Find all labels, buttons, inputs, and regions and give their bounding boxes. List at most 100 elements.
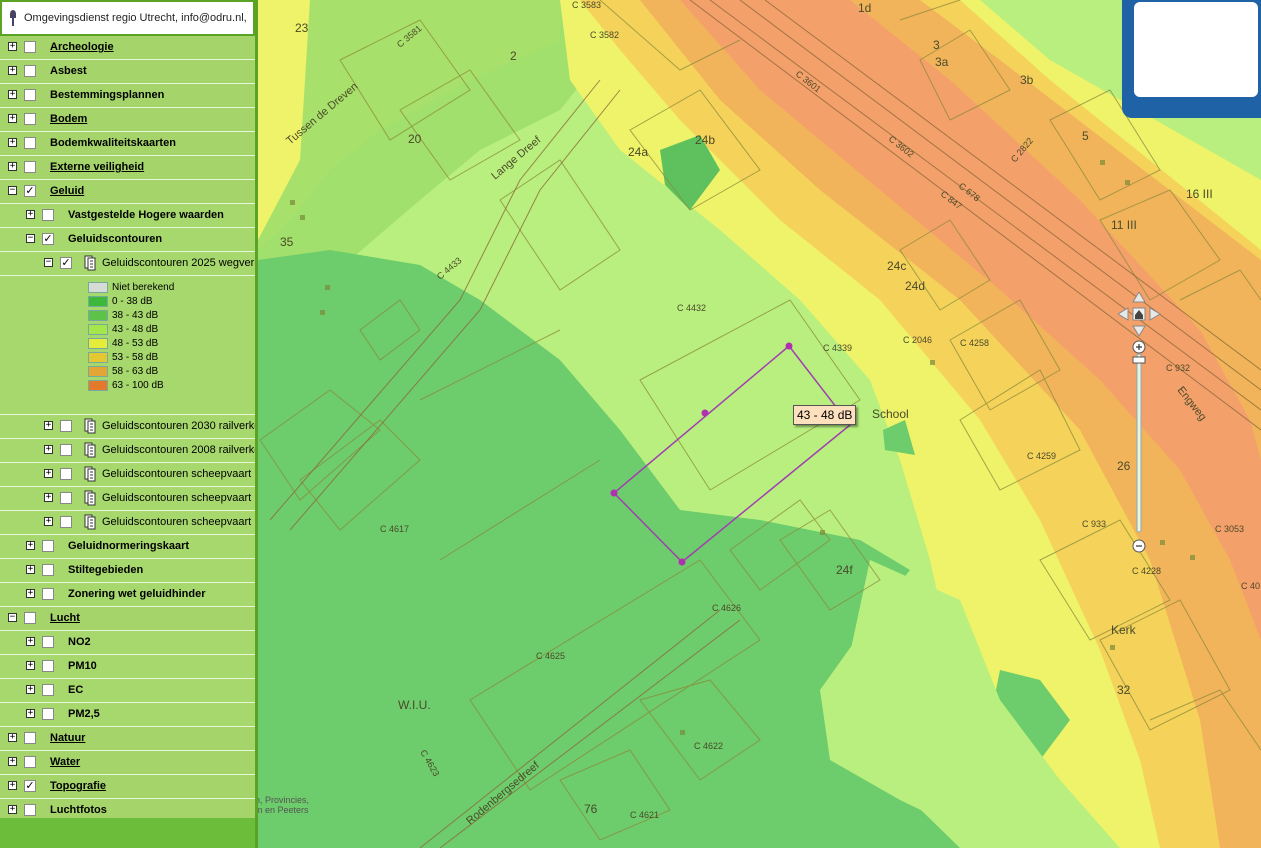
layer-item-no2[interactable]: + NO2: [0, 631, 255, 655]
expand-icon[interactable]: +: [8, 757, 17, 766]
expand-icon[interactable]: +: [44, 421, 53, 430]
layer-item-geluidscontouren-2025-wegverkeer[interactable]: −✓ Geluidscontouren 2025 wegverkeer: [0, 252, 255, 276]
expand-icon[interactable]: +: [8, 42, 17, 51]
zoom-slider-handle[interactable]: [1132, 356, 1146, 364]
collapse-icon[interactable]: −: [8, 186, 17, 195]
collapse-icon[interactable]: −: [26, 234, 35, 243]
layer-item-archeologie[interactable]: + Archeologie: [0, 36, 255, 60]
layer-item-geluidscontouren-scheepvaart[interactable]: + Geluidscontouren scheepvaart: [0, 487, 255, 511]
expand-icon[interactable]: +: [26, 637, 35, 646]
layer-label[interactable]: Topografie: [50, 780, 106, 792]
layer-item-lucht[interactable]: − Lucht: [0, 607, 255, 631]
layer-checkbox[interactable]: [42, 684, 54, 696]
expand-icon[interactable]: +: [8, 138, 17, 147]
layer-label[interactable]: EC: [68, 684, 83, 696]
layer-checkbox[interactable]: [42, 660, 54, 672]
layer-checkbox[interactable]: ✓: [24, 780, 36, 792]
layer-item-ec[interactable]: + EC: [0, 679, 255, 703]
expand-icon[interactable]: +: [26, 685, 35, 694]
layer-checkbox[interactable]: [60, 492, 72, 504]
layer-label[interactable]: PM10: [68, 660, 97, 672]
layer-label[interactable]: Bestemmingsplannen: [50, 89, 164, 101]
layer-item-geluidscontouren-2008-railverkeer[interactable]: + Geluidscontouren 2008 railverkeer: [0, 439, 255, 463]
layer-label[interactable]: Geluidscontouren: [68, 233, 162, 245]
layer-label[interactable]: Geluid: [50, 185, 84, 197]
layer-checkbox[interactable]: [42, 636, 54, 648]
layer-label[interactable]: Externe veiligheid: [50, 161, 144, 173]
layer-item-vastgestelde-hogere-waarden[interactable]: + Vastgestelde Hogere waarden: [0, 204, 255, 228]
expand-icon[interactable]: +: [26, 709, 35, 718]
layer-checkbox[interactable]: [42, 540, 54, 552]
layer-checkbox[interactable]: [24, 89, 36, 101]
layer-item-pm2-5[interactable]: + PM2,5: [0, 703, 255, 727]
layer-label[interactable]: Lucht: [50, 612, 80, 624]
zoom-slider-track[interactable]: [1136, 353, 1142, 533]
overview-map[interactable]: [1134, 2, 1258, 97]
layer-checkbox[interactable]: [60, 444, 72, 456]
zoom-pan-control[interactable]: [1118, 292, 1164, 562]
collapse-icon[interactable]: −: [44, 258, 53, 267]
layer-checkbox[interactable]: ✓: [24, 185, 36, 197]
layer-checkbox[interactable]: [60, 420, 72, 432]
layer-label[interactable]: Archeologie: [50, 41, 114, 53]
expand-icon[interactable]: +: [8, 90, 17, 99]
layer-checkbox[interactable]: [24, 41, 36, 53]
layer-item-natuur[interactable]: + Natuur: [0, 727, 255, 751]
expand-icon[interactable]: +: [44, 445, 53, 454]
expand-icon[interactable]: +: [26, 661, 35, 670]
layer-item-pm10[interactable]: + PM10: [0, 655, 255, 679]
collapse-icon[interactable]: −: [8, 613, 17, 622]
layer-label[interactable]: Geluidscontouren scheepvaart: [102, 516, 251, 528]
expand-icon[interactable]: +: [26, 210, 35, 219]
layer-checkbox[interactable]: [42, 588, 54, 600]
layer-label[interactable]: Water: [50, 756, 80, 768]
zoom-in-icon[interactable]: [1132, 340, 1146, 354]
layer-item-topografie[interactable]: + ✓ Topografie: [0, 775, 255, 799]
expand-icon[interactable]: +: [8, 66, 17, 75]
layer-item-stiltegebieden[interactable]: + Stiltegebieden: [0, 559, 255, 583]
expand-icon[interactable]: +: [44, 517, 53, 526]
layer-item-geluidnormeringskaart[interactable]: + Geluidnormeringskaart: [0, 535, 255, 559]
layer-item-bodemkwaliteitskaarten[interactable]: + Bodemkwaliteitskaarten: [0, 132, 255, 156]
pan-arrows-icon[interactable]: [1118, 292, 1161, 337]
layer-checkbox[interactable]: [42, 209, 54, 221]
layer-item-geluid[interactable]: − ✓ Geluid: [0, 180, 255, 204]
layer-checkbox[interactable]: [24, 732, 36, 744]
layer-item-externe-veiligheid[interactable]: + Externe veiligheid: [0, 156, 255, 180]
layer-item-zonering-wet-geluidhinder[interactable]: + Zonering wet geluidhinder: [0, 583, 255, 607]
layer-checkbox[interactable]: [24, 65, 36, 77]
layer-label[interactable]: Natuur: [50, 732, 85, 744]
layer-label[interactable]: Bodemkwaliteitskaarten: [50, 137, 176, 149]
layer-checkbox[interactable]: [24, 804, 36, 816]
expand-icon[interactable]: +: [44, 493, 53, 502]
expand-icon[interactable]: +: [26, 565, 35, 574]
layer-checkbox[interactable]: [24, 612, 36, 624]
expand-icon[interactable]: +: [8, 781, 17, 790]
layer-item-bestemmingsplannen[interactable]: + Bestemmingsplannen: [0, 84, 255, 108]
layer-label[interactable]: Luchtfotos: [50, 804, 107, 816]
layer-label[interactable]: Geluidscontouren 2025 wegverkeer: [102, 257, 255, 269]
layer-checkbox[interactable]: [24, 756, 36, 768]
layer-label[interactable]: Geluidscontouren scheepvaart: [102, 492, 251, 504]
layer-label[interactable]: Stiltegebieden: [68, 564, 143, 576]
layer-checkbox[interactable]: ✓: [42, 233, 54, 245]
layer-checkbox[interactable]: [24, 137, 36, 149]
layer-item-geluidscontouren-scheepvaart[interactable]: + Geluidscontouren scheepvaart: [0, 511, 255, 535]
layer-label[interactable]: Zonering wet geluidhinder: [68, 588, 206, 600]
expand-icon[interactable]: +: [44, 469, 53, 478]
layer-checkbox[interactable]: [60, 516, 72, 528]
layer-checkbox[interactable]: [42, 564, 54, 576]
layer-item-geluidscontouren-2030-railverkeer[interactable]: + Geluidscontouren 2030 railverkeer: [0, 415, 255, 439]
layer-label[interactable]: Asbest: [50, 65, 87, 77]
layer-item-geluidscontouren-scheepvaart[interactable]: + Geluidscontouren scheepvaart: [0, 463, 255, 487]
zoom-out-icon[interactable]: [1132, 539, 1146, 553]
expand-icon[interactable]: +: [8, 114, 17, 123]
layer-checkbox[interactable]: [24, 113, 36, 125]
layer-checkbox[interactable]: [42, 708, 54, 720]
layer-checkbox[interactable]: ✓: [60, 257, 72, 269]
layer-label[interactable]: Geluidscontouren 2008 railverkeer: [102, 444, 255, 456]
layer-label[interactable]: Bodem: [50, 113, 87, 125]
layer-label[interactable]: Geluidscontouren 2030 railverkeer: [102, 420, 255, 432]
expand-icon[interactable]: +: [26, 589, 35, 598]
layer-item-water[interactable]: + Water: [0, 751, 255, 775]
